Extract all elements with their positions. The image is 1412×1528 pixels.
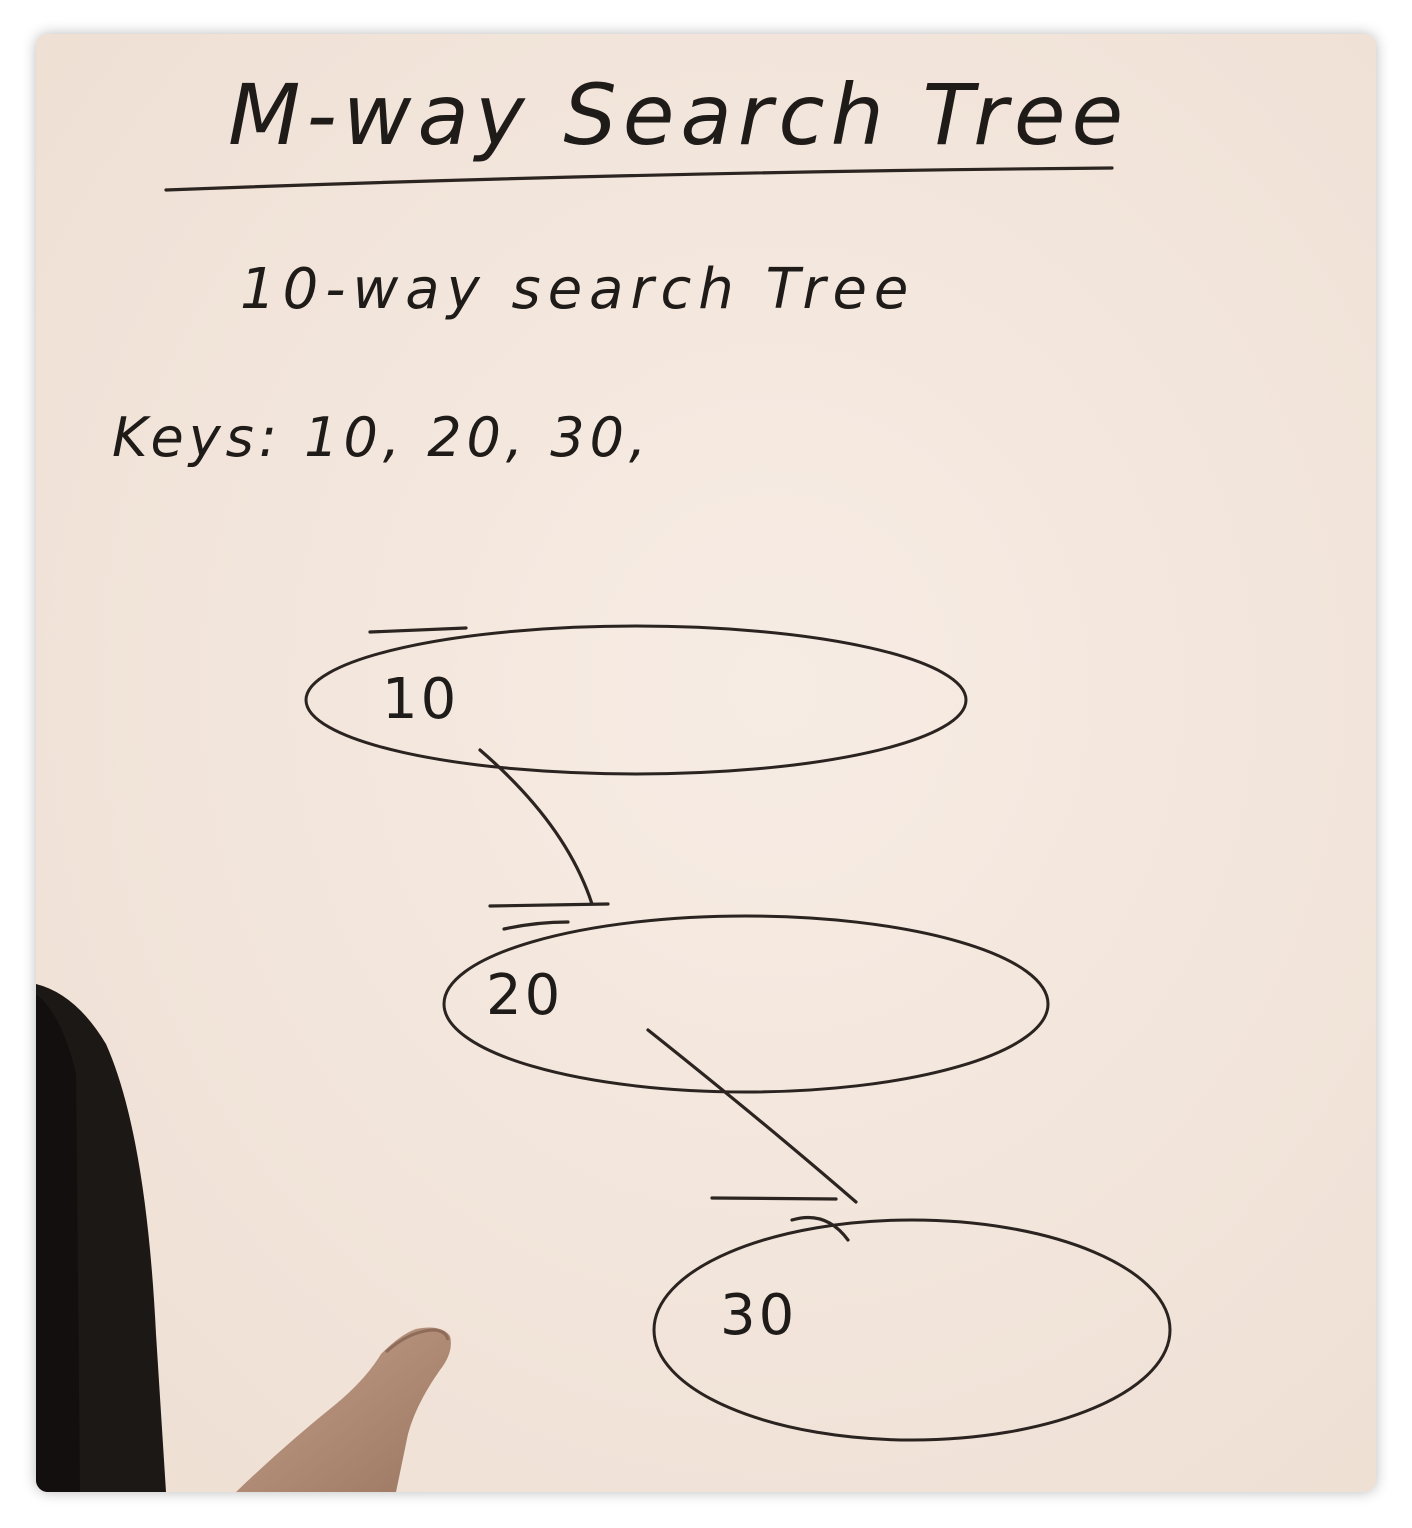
board-surface (36, 34, 1376, 1492)
node-2-top-stroke (488, 902, 610, 908)
board-subtitle: 10-way search Tree (240, 257, 915, 322)
keys-line: Keys: 10, 20, 30, (112, 406, 651, 469)
node-2-key: 20 (486, 963, 563, 1028)
whiteboard-canvas: M-way Search Tree 10-way search Tree Key… (36, 34, 1376, 1492)
whiteboard: M-way Search Tree 10-way search Tree Key… (36, 34, 1376, 1492)
node-3-key: 30 (720, 1283, 797, 1348)
node-1-key: 10 (382, 667, 459, 732)
node-3-top-stroke (710, 1196, 838, 1201)
board-title: M-way Search Tree (228, 66, 1129, 164)
presenter-shirt-shadow (36, 994, 80, 1492)
